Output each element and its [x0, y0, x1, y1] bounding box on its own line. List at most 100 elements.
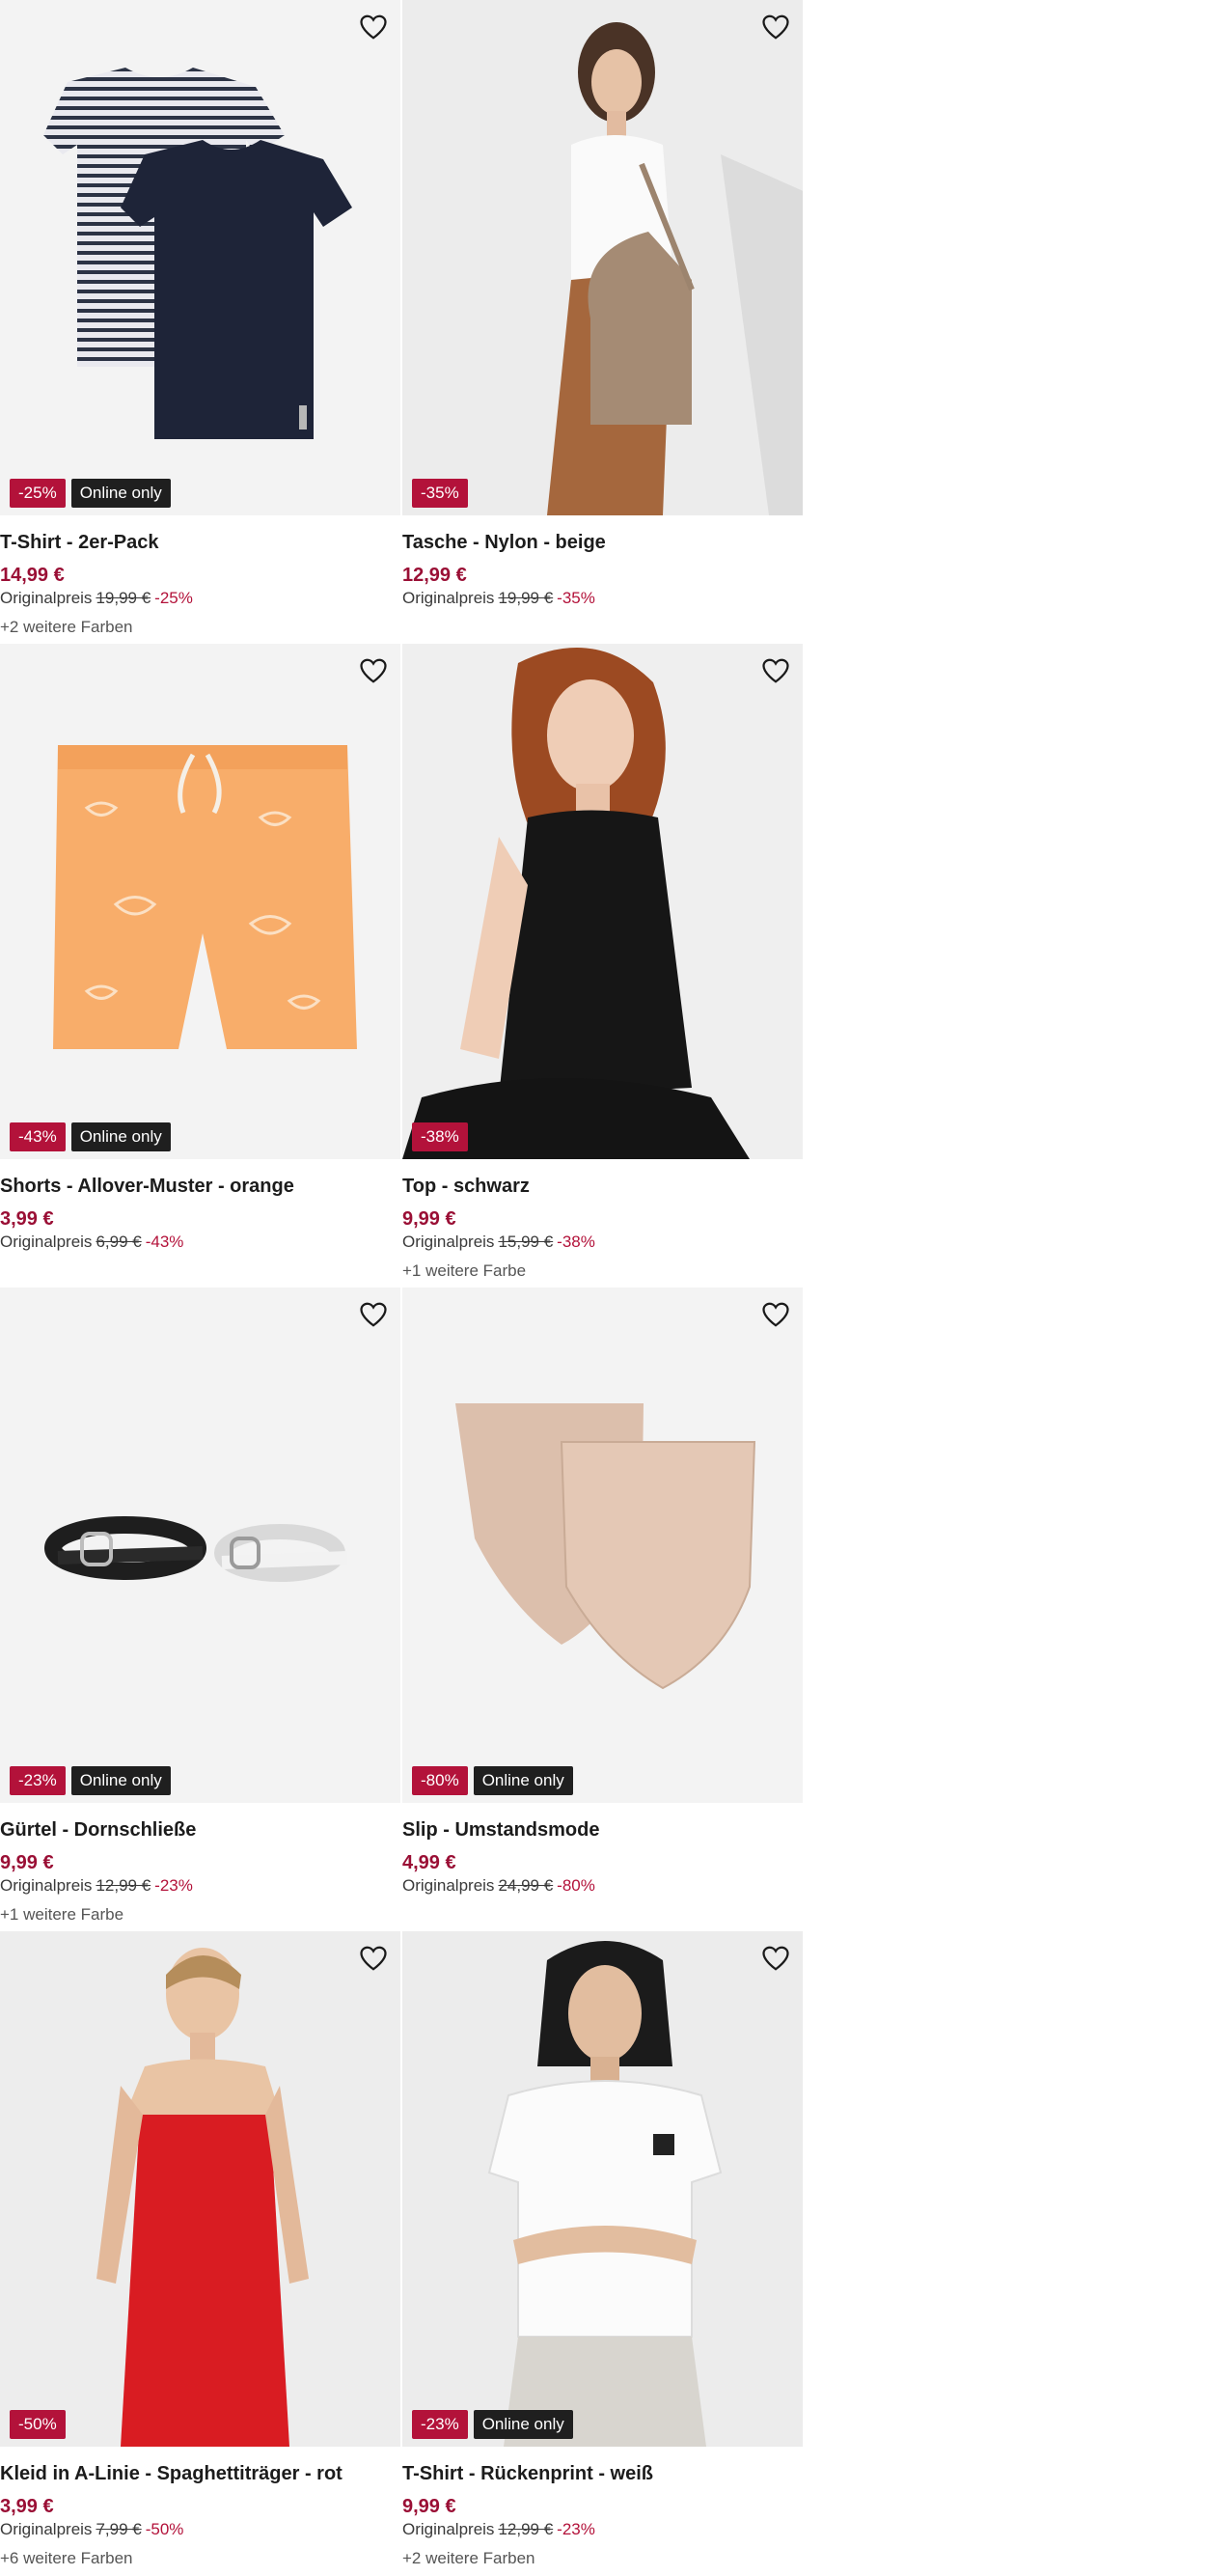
product-card[interactable]: -23% Online only Gürtel - Dornschließe 9…	[0, 1288, 402, 1931]
favorite-button[interactable]	[758, 1297, 793, 1332]
original-price-line: Originalpreis 7,99 € -50%	[0, 2518, 402, 2541]
striped-tshirts-image	[43, 68, 352, 439]
product-card[interactable]: -50% Kleid in A-Linie - Spaghettiträger …	[0, 1931, 402, 2575]
product-title[interactable]: Shorts - Allover-Muster - orange	[0, 1175, 402, 1198]
product-image[interactable]: -43% Online only	[0, 644, 400, 1159]
badges: -50%	[10, 2410, 66, 2439]
product-image[interactable]: -35%	[402, 0, 803, 515]
discount-percent: -43%	[145, 1233, 184, 1251]
product-title[interactable]: Gürtel - Dornschließe	[0, 1818, 402, 1842]
product-image[interactable]: -23% Online only	[0, 1288, 400, 1803]
product-price: 3,99 €	[0, 2496, 54, 2517]
badges: -80% Online only	[412, 1766, 573, 1795]
product-card[interactable]: -80% Online only Slip - Umstandsmode 4,9…	[402, 1288, 805, 1931]
favorite-button[interactable]	[356, 10, 391, 44]
product-info: Gürtel - Dornschließe 9,99 € Originalpre…	[0, 1803, 402, 1926]
discount-percent: -35%	[557, 589, 595, 607]
original-price: 7,99 €	[96, 2520, 142, 2538]
maternity-briefs-image	[455, 1403, 756, 1690]
favorite-button[interactable]	[758, 653, 793, 688]
heart-outline-icon	[360, 14, 387, 40]
product-title[interactable]: T-Shirt - 2er-Pack	[0, 531, 402, 554]
product-card[interactable]: -25% Online only T-Shirt - 2er-Pack 14,9…	[0, 0, 402, 644]
product-card[interactable]: -38% Top - schwarz 9,99 € Originalpreis 1…	[402, 644, 805, 1288]
favorite-button[interactable]	[356, 653, 391, 688]
original-price-label: Originalpreis	[0, 1233, 93, 1251]
original-price-line: Originalpreis 24,99 € -80%	[402, 1874, 805, 1897]
product-grid: -25% Online only T-Shirt - 2er-Pack 14,9…	[0, 0, 805, 2575]
product-info: Tasche - Nylon - beige 12,99 € Originalp…	[402, 515, 805, 610]
discount-badge: -38%	[412, 1122, 468, 1151]
badges: -25% Online only	[10, 479, 171, 508]
online-only-badge: Online only	[473, 1766, 573, 1795]
discount-badge: -80%	[412, 1766, 468, 1795]
product-price: 9,99 €	[0, 1852, 54, 1873]
heart-outline-icon	[762, 1302, 789, 1327]
original-price: 19,99 €	[96, 589, 151, 607]
original-price: 19,99 €	[498, 589, 554, 607]
product-info: Slip - Umstandsmode 4,99 € Originalpreis…	[402, 1803, 805, 1897]
product-info: Shorts - Allover-Muster - orange 3,99 € …	[0, 1159, 402, 1254]
product-price: 3,99 €	[0, 1208, 54, 1230]
original-price: 24,99 €	[498, 1876, 554, 1895]
online-only-badge: Online only	[70, 1766, 171, 1795]
online-only-badge: Online only	[473, 2410, 573, 2439]
product-price: 4,99 €	[402, 1852, 456, 1873]
favorite-button[interactable]	[758, 10, 793, 44]
original-price: 6,99 €	[96, 1233, 142, 1251]
badges: -38%	[412, 1122, 468, 1151]
badges: -23% Online only	[412, 2410, 573, 2439]
original-price: 12,99 €	[96, 1876, 151, 1895]
favorite-button[interactable]	[356, 1941, 391, 1976]
model-black-top-image	[402, 644, 803, 1159]
discount-percent: -23%	[154, 1876, 193, 1895]
discount-badge: -35%	[412, 479, 468, 508]
more-colors-link[interactable]: +6 weitere Farben	[0, 2547, 402, 2570]
original-price-label: Originalpreis	[402, 1876, 495, 1895]
more-colors-link[interactable]: +2 weitere Farben	[402, 2547, 805, 2570]
original-price: 15,99 €	[498, 1233, 554, 1251]
discount-percent: -25%	[154, 589, 193, 607]
more-colors-link[interactable]: +1 weitere Farbe	[402, 1260, 805, 1283]
orange-shorts-image	[53, 745, 357, 1049]
more-colors-link[interactable]: +1 weitere Farbe	[0, 1903, 402, 1926]
product-title[interactable]: Slip - Umstandsmode	[402, 1818, 805, 1842]
product-price: 9,99 €	[402, 1208, 456, 1230]
model-with-bag-image	[402, 0, 803, 515]
original-price-label: Originalpreis	[402, 2520, 495, 2538]
product-info: T-Shirt - Rückenprint - weiß 9,99 € Orig…	[402, 2447, 805, 2570]
product-card[interactable]: -23% Online only T-Shirt - Rückenprint -…	[402, 1931, 805, 2575]
more-colors-link[interactable]: +2 weitere Farben	[0, 616, 402, 639]
original-price-label: Originalpreis	[402, 589, 495, 607]
online-only-badge: Online only	[70, 479, 171, 508]
product-price: 12,99 €	[402, 565, 467, 586]
product-image[interactable]: -80% Online only	[402, 1288, 803, 1803]
favorite-button[interactable]	[356, 1297, 391, 1332]
product-image[interactable]: -38%	[402, 644, 803, 1159]
product-title[interactable]: T-Shirt - Rückenprint - weiß	[402, 2462, 805, 2485]
product-title[interactable]: Top - schwarz	[402, 1175, 805, 1198]
product-title[interactable]: Kleid in A-Linie - Spaghettiträger - rot	[0, 2462, 402, 2485]
original-price-line: Originalpreis 19,99 € -25%	[0, 587, 402, 610]
product-info: Top - schwarz 9,99 € Originalpreis 15,99 …	[402, 1159, 805, 1283]
original-price-line: Originalpreis 12,99 € -23%	[402, 2518, 805, 2541]
favorite-button[interactable]	[758, 1941, 793, 1976]
discount-percent: -80%	[557, 1876, 595, 1895]
original-price-label: Originalpreis	[402, 1233, 495, 1251]
discount-badge: -43%	[10, 1122, 66, 1151]
model-white-tshirt-image	[402, 1931, 803, 2447]
product-card[interactable]: -35% Tasche - Nylon - beige 12,99 € Orig…	[402, 0, 805, 644]
product-image[interactable]: -50%	[0, 1931, 400, 2447]
badges: -35%	[412, 479, 468, 508]
discount-percent: -38%	[557, 1233, 595, 1251]
product-title[interactable]: Tasche - Nylon - beige	[402, 531, 805, 554]
original-price-label: Originalpreis	[0, 589, 93, 607]
discount-badge: -23%	[412, 2410, 468, 2439]
product-card[interactable]: -43% Online only Shorts - Allover-Muster…	[0, 644, 402, 1288]
product-price: 9,99 €	[402, 2496, 456, 2517]
product-info: Kleid in A-Linie - Spaghettiträger - rot…	[0, 2447, 402, 2570]
product-image[interactable]: -25% Online only	[0, 0, 400, 515]
heart-outline-icon	[360, 658, 387, 683]
product-image[interactable]: -23% Online only	[402, 1931, 803, 2447]
product-info: T-Shirt - 2er-Pack 14,99 € Originalpreis…	[0, 515, 402, 639]
